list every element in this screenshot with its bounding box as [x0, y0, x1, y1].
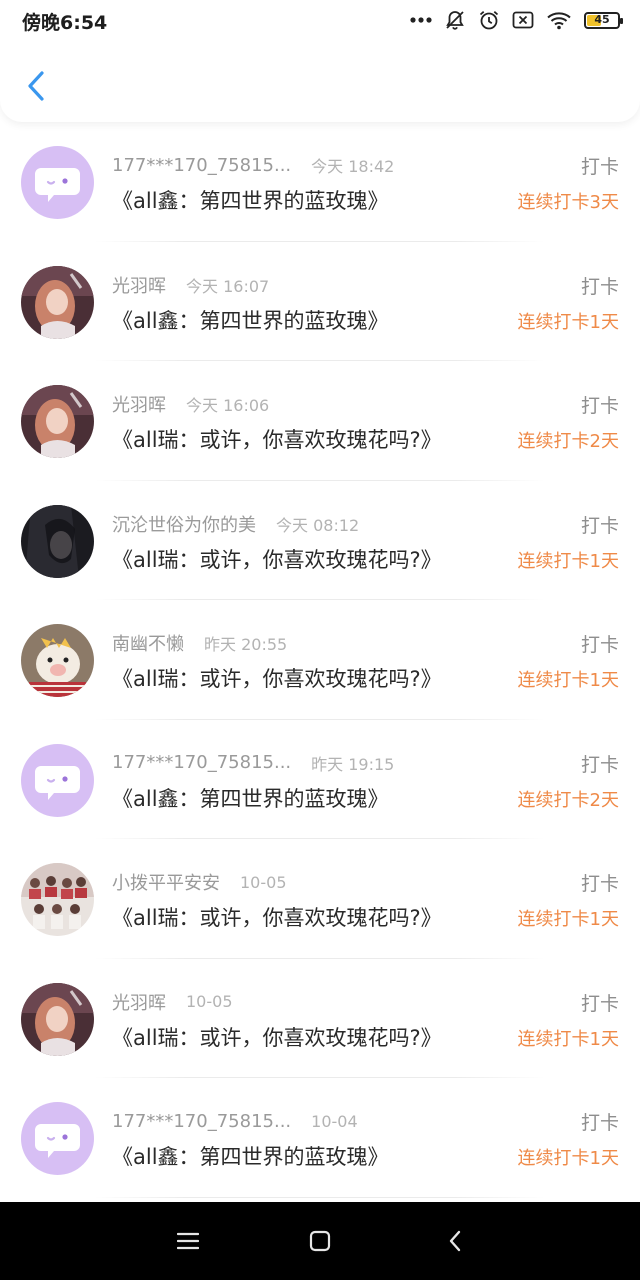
- action-label: 打卡: [580, 992, 619, 1015]
- record-time: 今天 18:42: [311, 157, 395, 176]
- user-avatar[interactable]: [21, 265, 94, 339]
- mute-bell-icon: [446, 11, 464, 30]
- back-button[interactable]: [14, 62, 58, 110]
- home-button[interactable]: [305, 1228, 335, 1254]
- action-label: 打卡: [580, 514, 619, 537]
- user-name[interactable]: 177***170_75815...: [112, 752, 291, 773]
- record-meta: 177***170_75815... 10-04: [112, 1108, 358, 1134]
- status-time: 傍晚6:54: [22, 12, 108, 34]
- record-time: 今天 16:06: [186, 396, 270, 415]
- system-back-button[interactable]: [440, 1228, 470, 1254]
- battery-level: 45: [594, 12, 610, 26]
- system-nav-bar: [0, 1202, 640, 1280]
- user-avatar[interactable]: [21, 982, 94, 1056]
- record-time: 10-05: [240, 872, 287, 892]
- record-meta: 沉沦世俗为你的美 今天 08:12: [112, 511, 359, 537]
- battery-icon: 45: [584, 11, 623, 29]
- book-title[interactable]: 《all瑞：或许，你喜欢玫瑰花吗?》: [112, 663, 442, 693]
- user-avatar[interactable]: [21, 1102, 94, 1175]
- book-title[interactable]: 《all鑫：第四世界的蓝玫瑰》: [112, 305, 389, 335]
- streak-label: 连续打卡1天: [517, 311, 619, 333]
- record-meta: 光羽晖 今天 16:06: [112, 391, 269, 417]
- book-title[interactable]: 《all瑞：或许，你喜欢玫瑰花吗?》: [112, 1022, 442, 1052]
- book-title[interactable]: 《all鑫：第四世界的蓝玫瑰》: [112, 185, 389, 215]
- checkin-record[interactable]: 177***170_75815... 昨天 19:15 《all鑫：第四世界的蓝玫瑰…: [0, 719, 640, 839]
- record-meta: 光羽晖 今天 16:07: [112, 272, 269, 298]
- more-dots-icon: [410, 17, 432, 23]
- checkin-list: 177***170_75815... 今天 18:42 《all鑫：第四世界的蓝玫瑰…: [0, 122, 640, 1198]
- menu-button[interactable]: [173, 1228, 203, 1254]
- battery-cap: [620, 17, 623, 24]
- user-name[interactable]: 177***170_75815...: [112, 155, 291, 176]
- user-name[interactable]: 南幽不懒: [112, 630, 184, 656]
- streak-label: 连续打卡1天: [517, 909, 619, 930]
- user-avatar[interactable]: [21, 504, 94, 578]
- record-meta: 南幽不懒 昨天 20:55: [112, 630, 287, 656]
- book-title[interactable]: 《all瑞：或许，你喜欢玫瑰花吗?》: [112, 902, 442, 932]
- close-box-icon: [512, 11, 534, 29]
- checkin-record[interactable]: 小拨平平安安 10-05 《all瑞：或许，你喜欢玫瑰花吗?》 打卡连续打卡1天: [0, 839, 640, 959]
- user-name[interactable]: 光羽晖: [112, 391, 166, 417]
- alarm-icon: [479, 11, 499, 30]
- record-time: 昨天 20:55: [204, 635, 288, 654]
- record-time: 今天 08:12: [276, 515, 360, 535]
- checkin-record[interactable]: 沉沦世俗为你的美 今天 08:12 《all瑞：或许，你喜欢玫瑰花吗?》 打卡连续打卡…: [0, 480, 640, 600]
- checkin-record[interactable]: 南幽不懒 昨天 20:55 《all瑞：或许，你喜欢玫瑰花吗?》 打卡连续打卡1天: [0, 600, 640, 720]
- streak-label: 连续打卡3天: [517, 192, 619, 213]
- book-title[interactable]: 《all鑫：第四世界的蓝玫瑰》: [112, 1141, 389, 1171]
- user-avatar[interactable]: [21, 385, 94, 458]
- book-title[interactable]: 《all瑞：或许，你喜欢玫瑰花吗?》: [112, 424, 442, 454]
- action-label: 打卡: [580, 753, 619, 776]
- record-time: 昨天 19:15: [311, 754, 395, 774]
- record-meta: 177***170_75815... 昨天 19:15: [112, 750, 394, 776]
- book-title[interactable]: 《all鑫：第四世界的蓝玫瑰》: [112, 783, 389, 813]
- user-name[interactable]: 小拨平平安安: [112, 869, 220, 895]
- back-triangle-icon: [449, 1230, 461, 1252]
- streak-label: 连续打卡1天: [517, 1148, 619, 1169]
- wifi-icon: [547, 12, 571, 30]
- checkin-record[interactable]: 光羽晖 10-05 《all瑞：或许，你喜欢玫瑰花吗?》 打卡连续打卡1天: [0, 958, 640, 1078]
- streak-label: 连续打卡1天: [517, 670, 619, 691]
- record-time: 10-04: [311, 1111, 358, 1131]
- menu-icon: [177, 1232, 199, 1250]
- streak-label: 连续打卡2天: [517, 431, 619, 452]
- status-icons: 45: [410, 7, 623, 33]
- user-avatar[interactable]: [21, 743, 94, 817]
- checkin-record[interactable]: 光羽晖 今天 16:07 《all鑫：第四世界的蓝玫瑰》 打卡连续打卡1天: [0, 241, 640, 361]
- checkin-record[interactable]: 177***170_75815... 今天 18:42 《all鑫：第四世界的蓝玫瑰…: [0, 122, 640, 242]
- status-bar: 傍晚6:54 45: [0, 0, 640, 40]
- book-title[interactable]: 《all瑞：或许，你喜欢玫瑰花吗?》: [112, 544, 442, 574]
- top-bar: 傍晚6:54 45: [0, 0, 640, 122]
- checkin-record[interactable]: 光羽晖 今天 16:06 《all瑞：或许，你喜欢玫瑰花吗?》 打卡连续打卡2天: [0, 361, 640, 481]
- user-name[interactable]: 沉沦世俗为你的美: [112, 511, 256, 537]
- record-meta: 光羽晖 10-05: [112, 989, 233, 1015]
- user-name[interactable]: 光羽晖: [112, 272, 166, 298]
- screen: 傍晚6:54 45 177***170_75815... 今天 18:42 《a…: [0, 0, 640, 1280]
- user-name[interactable]: 光羽晖: [112, 989, 166, 1015]
- user-name[interactable]: 177***170_75815...: [112, 1111, 291, 1132]
- checkin-record[interactable]: 177***170_75815... 10-04 《all鑫：第四世界的蓝玫瑰》 打卡…: [0, 1078, 640, 1198]
- home-square-icon: [309, 1230, 331, 1252]
- action-label: 打卡: [580, 156, 619, 178]
- action-label: 打卡: [580, 873, 619, 895]
- user-avatar[interactable]: [21, 146, 94, 219]
- user-avatar[interactable]: [21, 624, 94, 697]
- streak-label: 连续打卡1天: [517, 1028, 619, 1050]
- record-meta: 小拨平平安安 10-05: [112, 869, 287, 895]
- record-meta: 177***170_75815... 今天 18:42: [112, 152, 394, 178]
- record-time: 10-05: [186, 992, 233, 1011]
- chevron-left-icon: [28, 71, 44, 101]
- record-time: 今天 16:07: [186, 276, 270, 296]
- user-avatar[interactable]: [21, 863, 94, 936]
- action-label: 打卡: [580, 275, 619, 298]
- action-label: 打卡: [580, 395, 619, 417]
- streak-label: 连续打卡1天: [517, 550, 619, 572]
- streak-label: 连续打卡2天: [517, 789, 619, 811]
- action-label: 打卡: [580, 1112, 619, 1134]
- action-label: 打卡: [580, 634, 619, 656]
